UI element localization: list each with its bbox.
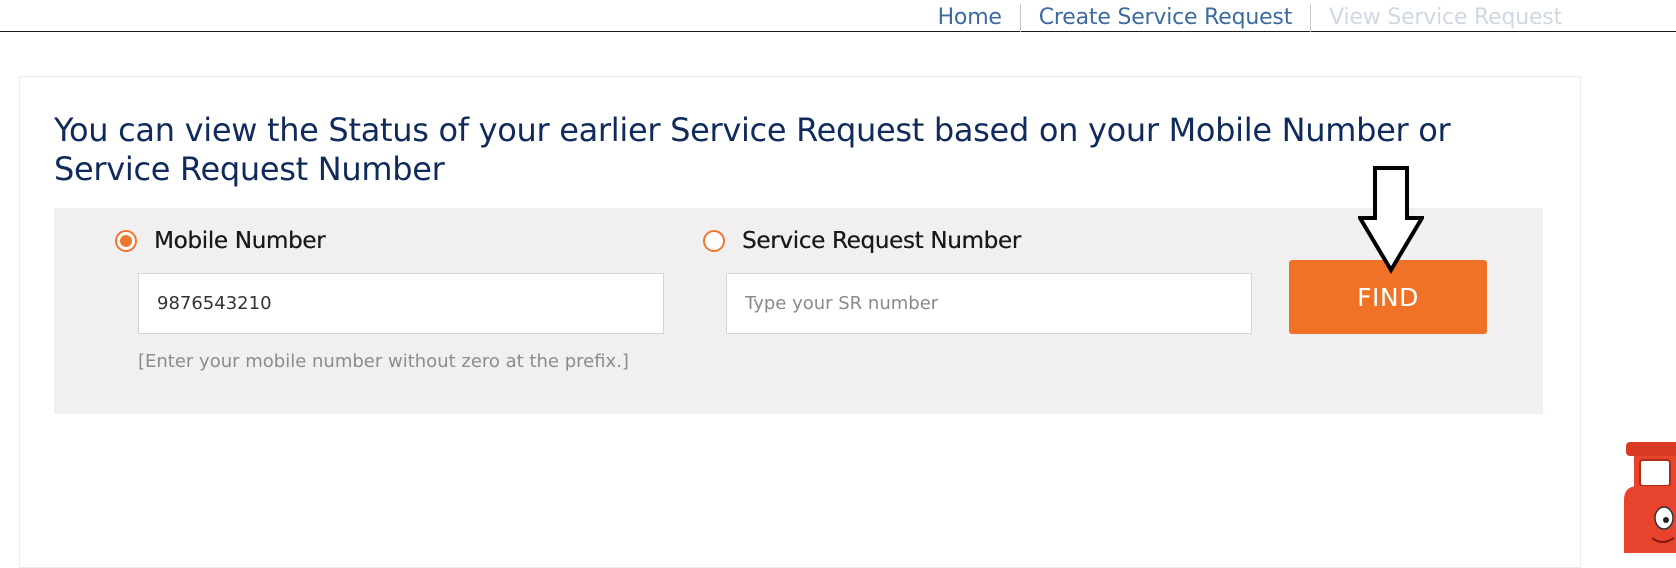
find-button[interactable]: FIND [1289, 260, 1487, 334]
service-request-number-option[interactable]: Service Request Number [703, 228, 1021, 254]
nav-view-service-request-link[interactable]: View Service Request [1310, 4, 1580, 32]
service-request-number-input[interactable] [726, 273, 1252, 334]
mobile-number-option[interactable]: Mobile Number [115, 228, 326, 254]
radio-selected-dot [120, 235, 132, 247]
gas-cylinder-mascot-icon [1624, 442, 1676, 553]
mobile-number-label: Mobile Number [154, 228, 326, 254]
service-request-number-radio[interactable] [703, 230, 725, 252]
mobile-number-radio[interactable] [115, 230, 137, 252]
view-service-request-card: You can view the Status of your earlier … [19, 76, 1581, 568]
service-request-number-label: Service Request Number [742, 228, 1021, 254]
mobile-number-input[interactable] [138, 273, 664, 334]
mobile-number-hint: [Enter your mobile number without zero a… [138, 351, 629, 372]
search-panel: Mobile Number Service Request Number [En… [54, 208, 1543, 414]
nav-links: Home Create Service Request View Service… [920, 4, 1580, 32]
top-navigation: Home Create Service Request View Service… [0, 0, 1676, 32]
page-heading: You can view the Status of your earlier … [54, 111, 1451, 188]
nav-home-link[interactable]: Home [920, 4, 1020, 32]
nav-create-service-request-link[interactable]: Create Service Request [1019, 4, 1310, 32]
